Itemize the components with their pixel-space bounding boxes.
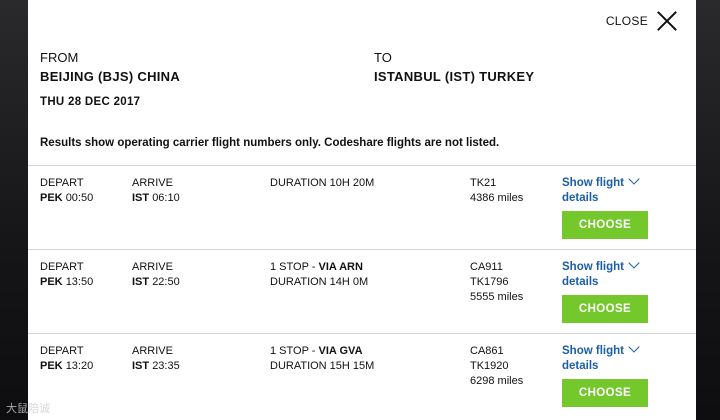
flight-info-cell: TK21 4386 miles xyxy=(470,176,523,206)
arrive-airport: IST xyxy=(132,276,150,288)
duration: DURATION 15H 15M xyxy=(270,360,375,372)
flight-results-modal: CLOSE FROM BEIJING (BJS) CHINA TO ISTANB… xyxy=(28,0,696,420)
arrive-label: ARRIVE xyxy=(132,177,173,189)
show-flight-label: Show flight xyxy=(562,261,624,273)
show-flight-details-link[interactable]: Show flight details xyxy=(562,341,658,374)
arrive-cell: ARRIVE IST 06:10 xyxy=(132,176,180,206)
arrive-label: ARRIVE xyxy=(132,345,173,357)
flight-info-cell: CA861 TK1920 6298 miles xyxy=(470,344,523,389)
flight-info-cell: CA911 TK1796 5555 miles xyxy=(470,260,523,305)
chevron-down-icon xyxy=(628,341,640,353)
origin-city: BEIJING (BJS) CHINA xyxy=(40,69,181,84)
depart-time: 00:50 xyxy=(65,192,94,204)
arrive-time: 23:35 xyxy=(152,360,180,372)
flight-row: DEPART PEK 13:50 ARRIVE IST 22:50 1 STOP… xyxy=(28,250,696,334)
depart-airport: PEK xyxy=(40,192,63,204)
arrive-cell: ARRIVE IST 23:35 xyxy=(132,344,180,374)
choose-button[interactable]: CHOOSE xyxy=(562,295,648,323)
flight-number: TK21 xyxy=(470,177,497,189)
depart-label: DEPART xyxy=(40,261,84,273)
arrive-airport: IST xyxy=(132,360,150,372)
chevron-down-icon xyxy=(628,173,640,185)
depart-cell: DEPART PEK 00:50 xyxy=(40,176,93,206)
depart-cell: DEPART PEK 13:20 xyxy=(40,344,93,374)
arrive-cell: ARRIVE IST 22:50 xyxy=(132,260,180,290)
flight-number: CA861 xyxy=(470,345,504,357)
depart-time: 13:50 xyxy=(65,276,94,288)
duration: DURATION 10H 20M xyxy=(270,177,375,189)
flight-row: DEPART PEK 13:20 ARRIVE IST 23:35 1 STOP… xyxy=(28,334,696,418)
arrive-time: 06:10 xyxy=(152,192,180,204)
watermark: 大鼠陪诚 xyxy=(6,403,50,415)
depart-airport: PEK xyxy=(40,276,63,288)
close-label: CLOSE xyxy=(605,14,648,28)
duration-cell: 1 STOP - VIA GVA DURATION 15H 15M xyxy=(270,344,374,374)
arrive-label: ARRIVE xyxy=(132,261,173,273)
via-airport: VIA GVA xyxy=(318,345,363,357)
show-flight-details-link[interactable]: Show flight details xyxy=(562,257,658,290)
from-label: FROM xyxy=(40,50,79,65)
details-label: details xyxy=(562,192,599,204)
duration: DURATION 14H 0M xyxy=(270,276,369,288)
duration-cell: DURATION 10H 20M xyxy=(270,176,374,191)
to-label: TO xyxy=(374,50,392,65)
distance: 6298 miles xyxy=(470,375,524,387)
show-flight-label: Show flight xyxy=(562,345,624,357)
origin: FROM BEIJING (BJS) CHINA xyxy=(40,50,180,84)
details-label: details xyxy=(562,360,599,372)
close-icon[interactable] xyxy=(656,10,678,32)
background-left xyxy=(0,0,28,420)
depart-cell: DEPART PEK 13:50 xyxy=(40,260,93,290)
distance: 4386 miles xyxy=(470,192,524,204)
stops: 1 STOP - xyxy=(270,261,319,273)
flight-number: TK1796 xyxy=(470,276,509,288)
duration-cell: 1 STOP - VIA ARN DURATION 14H 0M xyxy=(270,260,368,290)
arrive-airport: IST xyxy=(132,192,150,204)
arrive-time: 22:50 xyxy=(152,276,180,288)
flight-row: DEPART PEK 00:50 ARRIVE IST 06:10 DURATI… xyxy=(28,166,696,250)
depart-airport: PEK xyxy=(40,360,63,372)
close-button[interactable]: CLOSE xyxy=(606,10,678,32)
depart-label: DEPART xyxy=(40,177,84,189)
choose-button[interactable]: CHOOSE xyxy=(562,379,648,407)
details-label: details xyxy=(562,276,599,288)
codeshare-notice: Results show operating carrier flight nu… xyxy=(40,137,500,149)
show-flight-details-link[interactable]: Show flight details xyxy=(562,173,658,206)
depart-label: DEPART xyxy=(40,345,84,357)
destination: TO ISTANBUL (IST) TURKEY xyxy=(374,50,534,84)
travel-date: THU 28 DEC 2017 xyxy=(40,96,141,108)
stops: 1 STOP - xyxy=(270,345,319,357)
flight-number: TK1920 xyxy=(470,360,509,372)
flight-number: CA911 xyxy=(470,261,503,273)
background-right xyxy=(696,0,720,420)
depart-time: 13:20 xyxy=(65,360,94,372)
distance: 5555 miles xyxy=(470,291,524,303)
show-flight-label: Show flight xyxy=(562,177,624,189)
destination-city: ISTANBUL (IST) TURKEY xyxy=(374,69,535,84)
choose-button[interactable]: CHOOSE xyxy=(562,211,648,239)
via-airport: VIA ARN xyxy=(318,261,363,273)
chevron-down-icon xyxy=(628,257,640,269)
